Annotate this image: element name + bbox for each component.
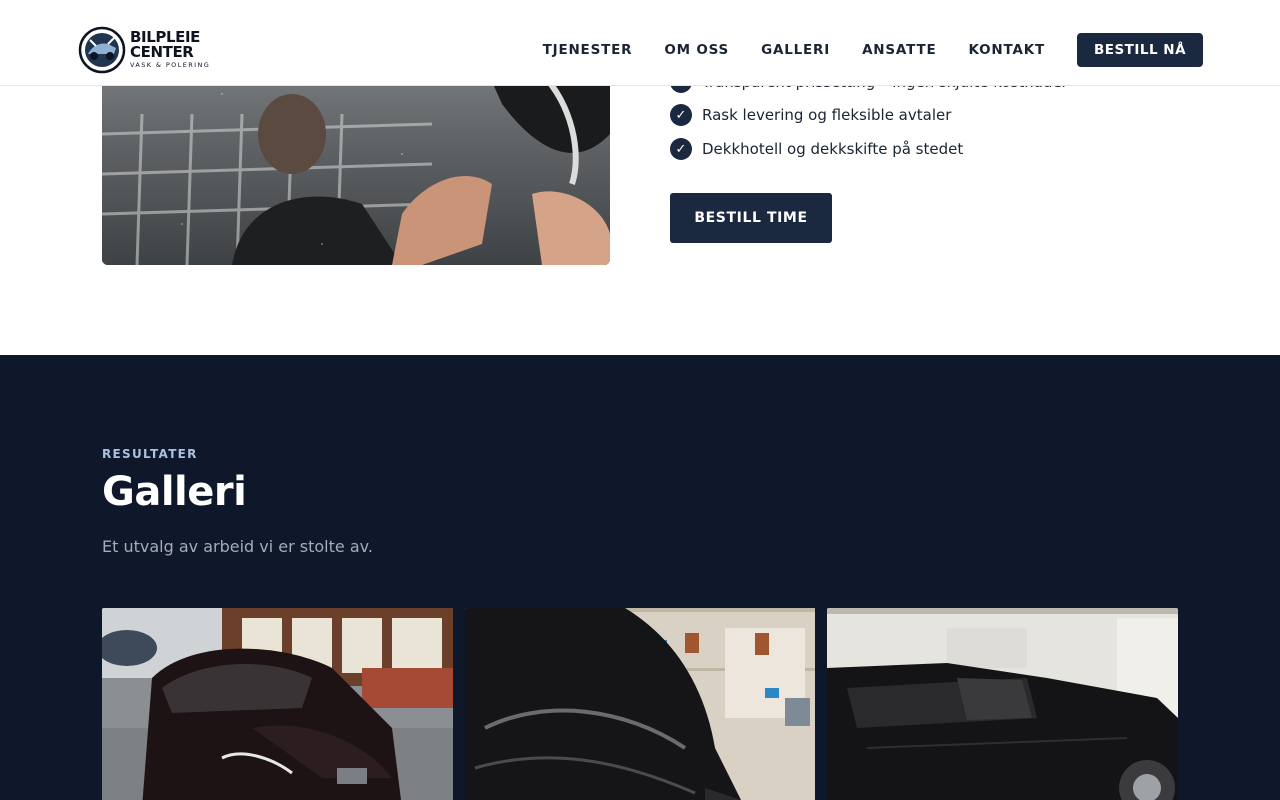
gallery-image-1[interactable] bbox=[102, 608, 453, 800]
nav-link-ansatte[interactable]: ANSATTE bbox=[862, 42, 936, 58]
gallery-section: RESULTATER Galleri Et utvalg av arbeid v… bbox=[0, 355, 1280, 800]
nav-link-kontakt[interactable]: KONTAKT bbox=[968, 42, 1045, 58]
gallery-title: Galleri bbox=[102, 469, 247, 515]
main-nav: TJENESTER OM OSS GALLERI ANSATTE KONTAKT bbox=[543, 0, 1045, 100]
check-icon: ✓ bbox=[670, 138, 692, 160]
order-now-button[interactable]: BESTILL NÅ bbox=[1077, 33, 1203, 67]
book-appointment-button[interactable]: BESTILL TIME bbox=[670, 193, 832, 243]
gallery-subtitle: Et utvalg av arbeid vi er stolte av. bbox=[102, 537, 373, 556]
feature-item: ✓ Rask levering og fleksible avtaler bbox=[670, 103, 951, 127]
feature-label: Dekkhotell og dekkskifte på stedet bbox=[702, 140, 964, 158]
gallery-photo bbox=[102, 608, 453, 800]
check-icon: ✓ bbox=[670, 104, 692, 126]
logo-badge-icon bbox=[78, 26, 126, 73]
site-logo[interactable]: BILPLEIE CENTER VASK & POLERING bbox=[78, 25, 262, 74]
gallery-image-2[interactable] bbox=[465, 608, 816, 800]
gallery-image-3[interactable] bbox=[827, 608, 1178, 800]
site-header: BILPLEIE CENTER VASK & POLERING TJENESTE… bbox=[0, 0, 1280, 86]
gallery-photo bbox=[465, 608, 815, 800]
feature-item: ✓ Dekkhotell og dekkskifte på stedet bbox=[670, 137, 963, 161]
nav-link-galleri[interactable]: GALLERI bbox=[761, 42, 830, 58]
nav-link-om-oss[interactable]: OM OSS bbox=[664, 42, 729, 58]
gallery-eyebrow: RESULTATER bbox=[102, 447, 198, 461]
feature-label: Rask levering og fleksible avtaler bbox=[702, 106, 952, 124]
gallery-photo bbox=[827, 608, 1178, 800]
logo-title: BILPLEIE CENTER bbox=[130, 28, 200, 62]
logo-subtitle: VASK & POLERING bbox=[130, 61, 211, 70]
nav-link-tjenester[interactable]: TJENESTER bbox=[543, 42, 633, 58]
